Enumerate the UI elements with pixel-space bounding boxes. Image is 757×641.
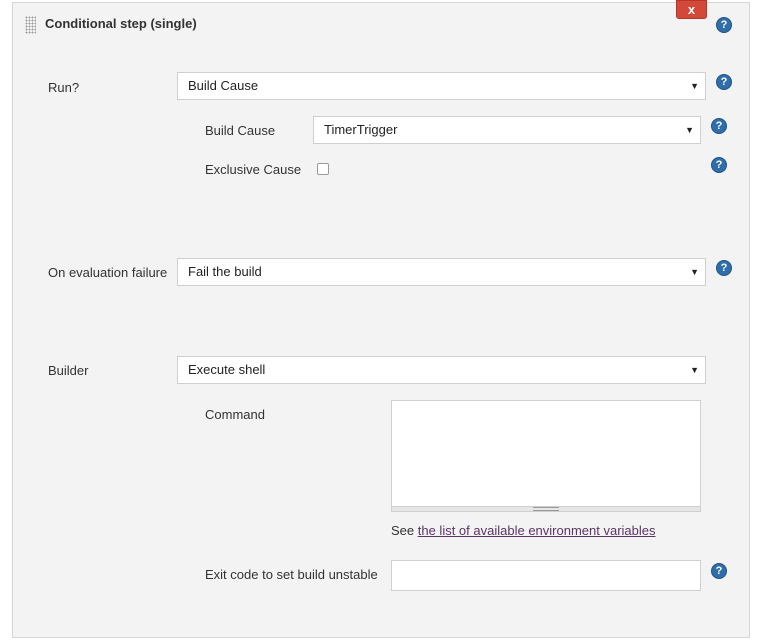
exit-code-input[interactable] — [391, 560, 701, 591]
help-icon[interactable]: ? — [716, 17, 732, 33]
dropdown-caret-icon: ▼ — [685, 125, 694, 135]
exit-code-label: Exit code to set build unstable — [205, 567, 378, 582]
run-help-icon[interactable]: ? — [716, 74, 732, 90]
delete-step-button[interactable]: x — [676, 0, 707, 19]
dropdown-caret-icon: ▼ — [690, 365, 699, 375]
run-select[interactable]: Build Cause ▼ — [177, 72, 706, 100]
section-title: Conditional step (single) — [45, 16, 197, 31]
env-variables-link[interactable]: the list of available environment variab… — [418, 523, 656, 538]
on-evaluation-failure-select[interactable]: Fail the build ▼ — [177, 258, 706, 286]
build-cause-select-value: TimerTrigger — [324, 122, 398, 137]
command-label: Command — [205, 407, 265, 422]
exit-code-help-icon[interactable]: ? — [711, 563, 727, 579]
exclusive-cause-checkbox[interactable] — [317, 163, 329, 175]
env-variables-prefix: See — [391, 523, 418, 538]
textarea-resize-bar[interactable] — [392, 506, 700, 511]
builder-select-value: Execute shell — [188, 362, 266, 377]
drag-handle-icon[interactable] — [25, 16, 36, 34]
exclusive-cause-label: Exclusive Cause — [205, 162, 302, 177]
on-evaluation-failure-label: On evaluation failure — [48, 265, 168, 280]
on-evaluation-failure-value: Fail the build — [188, 264, 262, 279]
env-variables-note: See the list of available environment va… — [391, 523, 656, 538]
builder-label: Builder — [48, 363, 89, 378]
run-select-value: Build Cause — [188, 78, 259, 93]
build-cause-label: Build Cause — [205, 123, 276, 138]
run-label: Run? — [48, 80, 80, 95]
build-cause-help-icon[interactable]: ? — [711, 118, 727, 134]
exclusive-cause-help-icon[interactable]: ? — [711, 157, 727, 173]
builder-select[interactable]: Execute shell ▼ — [177, 356, 706, 384]
dropdown-caret-icon: ▼ — [690, 81, 699, 91]
build-cause-select[interactable]: TimerTrigger ▼ — [313, 116, 701, 144]
dropdown-caret-icon: ▼ — [690, 267, 699, 277]
resize-handle-icon[interactable] — [533, 507, 559, 511]
on-evaluation-failure-help-icon[interactable]: ? — [716, 260, 732, 276]
command-textarea[interactable] — [391, 400, 701, 512]
